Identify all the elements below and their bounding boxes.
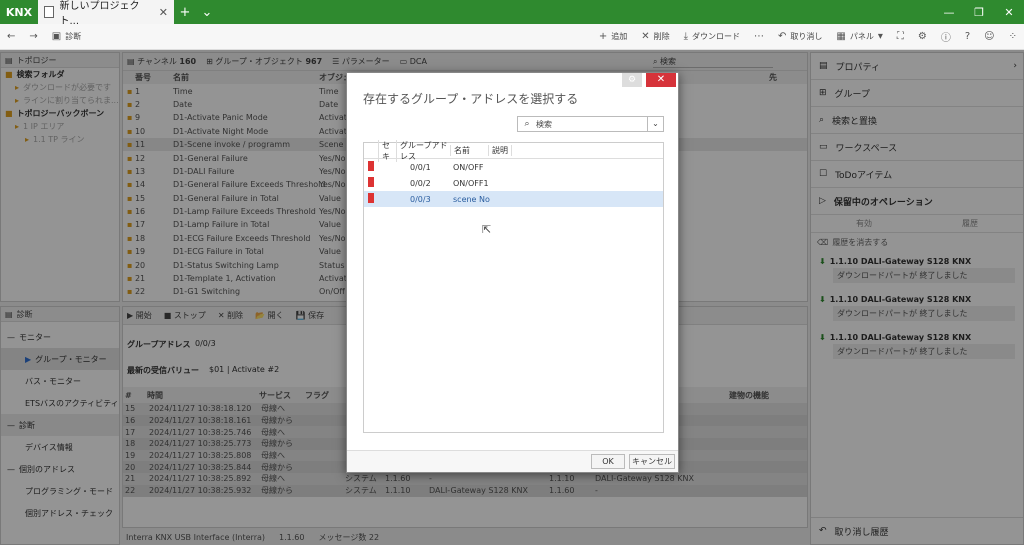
user-button[interactable]: ☺ <box>977 31 1001 42</box>
more-icon: ⋯ <box>754 31 765 42</box>
gear-icon: ⚙ <box>917 31 927 42</box>
col-seki[interactable]: セキ <box>378 139 396 162</box>
x-icon: ✕ <box>641 31 650 42</box>
dialog-title: 存在するグループ・アドレスを選択する <box>363 92 579 106</box>
mouse-cursor-icon: ⇱ <box>482 223 492 236</box>
apps-button[interactable]: ⁘ <box>1002 31 1024 42</box>
row-icon <box>364 177 378 189</box>
table-row[interactable]: 0/0/3 scene No <box>364 191 663 207</box>
row-name: ON/OFF <box>453 162 484 172</box>
arrow-left-icon: ← <box>7 31 16 42</box>
dialog-search-input[interactable]: ⌕ 検索 ⌄ <box>517 116 664 132</box>
add-label: 追加 <box>611 32 628 41</box>
search-icon: ⌕ <box>524 119 530 129</box>
row-address: 0/0/1 <box>410 162 431 172</box>
panel-label: パネル <box>849 32 874 41</box>
document-icon <box>44 6 54 18</box>
plus-icon: + <box>598 31 608 42</box>
network-button[interactable]: ⛶ <box>890 31 911 42</box>
minimize-icon[interactable]: — <box>934 6 964 19</box>
row-name: ON/OFF1 <box>453 178 489 188</box>
help-icon: ? <box>964 31 971 42</box>
row-name: scene No <box>453 194 490 204</box>
close-icon[interactable]: ✕ <box>159 6 168 19</box>
group-address-icon <box>368 177 374 187</box>
download-button[interactable]: ⤓ ダウンロード <box>677 31 747 42</box>
main-toolbar: ← → ▣ 診断 + 追加 ✕ 削除 ⤓ ダウンロード ⋯ ↶ 取り消し ▦ パネル ▾ ⛶ … <box>0 24 1024 50</box>
help-button[interactable]: ? <box>958 31 977 42</box>
panel-button[interactable]: ▦ パネル ▾ <box>829 31 889 42</box>
chevron-down-icon: ▾ <box>877 31 883 42</box>
dialog-settings-icon[interactable]: ⚙ <box>622 73 642 87</box>
table-body: 0/0/1 ON/OFF 0/0/2 ON/OFF1 0/0/3 scene No <box>364 159 663 207</box>
select-group-address-dialog: ⚙ ✕ 存在するグループ・アドレスを選択する ⌕ 検索 ⌄ セキ グループアドレ… <box>346 72 679 473</box>
delete-label: 削除 <box>653 32 670 41</box>
arrow-right-icon: → <box>29 31 38 42</box>
dialog-search-placeholder: 検索 <box>536 119 552 129</box>
dialog-footer: OK キャンセル <box>347 450 678 472</box>
dialog-close-button[interactable]: ✕ <box>646 73 676 87</box>
chevron-down-icon[interactable]: ⌄ <box>647 117 663 131</box>
window-close-icon[interactable]: ✕ <box>994 6 1024 19</box>
download-label: ダウンロード <box>692 32 741 41</box>
ok-button[interactable]: OK <box>591 454 625 469</box>
network-icon: ⛶ <box>896 31 904 42</box>
restore-icon[interactable]: ❐ <box>964 6 994 19</box>
diagnostics-button[interactable]: ▣ 診断 <box>45 31 88 42</box>
table-row[interactable]: 0/0/2 ON/OFF1 <box>364 175 663 191</box>
group-address-icon <box>368 193 374 203</box>
undo-icon: ↶ <box>778 31 787 42</box>
new-tab-button[interactable]: + <box>174 5 196 20</box>
group-address-table: セキ グループアドレス 名前 説明 0/0/1 ON/OFF 0/0/2 ON/OFF… <box>363 139 664 433</box>
diagnostics-label: 診断 <box>65 32 82 41</box>
col-group-address[interactable]: グループアドレス <box>396 139 450 162</box>
row-icon <box>364 193 378 205</box>
undo-label: 取り消し <box>790 32 823 41</box>
info-button[interactable]: ⓘ <box>934 29 958 44</box>
apps-icon: ⁘ <box>1008 31 1017 42</box>
project-tab[interactable]: 新しいプロジェクト... ✕ <box>38 0 174 27</box>
forward-button[interactable]: → <box>22 31 44 42</box>
title-bar: KNX 新しいプロジェクト... ✕ + ⌄ — ❐ ✕ <box>0 0 1024 27</box>
info-icon: ⓘ <box>940 33 951 44</box>
diagnostics-icon: ▣ <box>51 31 62 42</box>
cancel-button[interactable]: キャンセル <box>629 454 675 469</box>
row-address: 0/0/3 <box>410 194 431 204</box>
row-icon <box>364 161 378 173</box>
tab-list-button[interactable]: ⌄ <box>196 5 218 20</box>
group-address-icon <box>368 161 374 171</box>
back-button[interactable]: ← <box>0 31 22 42</box>
add-button[interactable]: + 追加 <box>592 31 634 42</box>
col-description[interactable]: 説明 <box>488 145 512 156</box>
row-address: 0/0/2 <box>410 178 431 188</box>
more-button[interactable]: ⋯ <box>747 31 771 42</box>
undo-button[interactable]: ↶ 取り消し <box>771 31 829 42</box>
delete-button[interactable]: ✕ 削除 <box>634 31 676 42</box>
knx-logo: KNX <box>5 5 33 19</box>
panel-icon: ▦ <box>836 31 846 42</box>
table-header: セキ グループアドレス 名前 説明 <box>364 139 663 162</box>
col-name[interactable]: 名前 <box>450 145 488 156</box>
project-tab-title: 新しいプロジェクト... <box>59 1 140 27</box>
user-icon: ☺ <box>984 31 995 42</box>
settings-button[interactable]: ⚙ <box>911 31 934 42</box>
download-icon: ⤓ <box>683 31 689 42</box>
